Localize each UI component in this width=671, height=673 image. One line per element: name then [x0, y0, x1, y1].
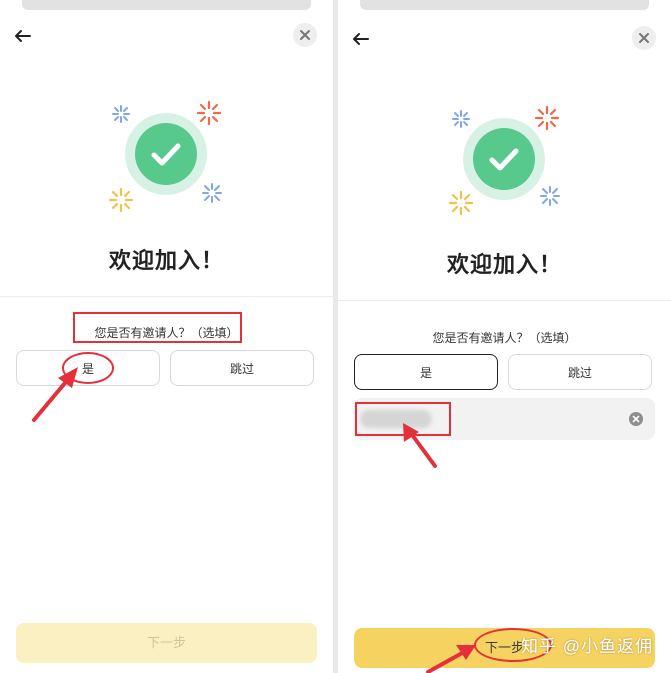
annotation-ellipse-yes: [62, 352, 114, 384]
sparkle-red-icon: [534, 105, 560, 131]
next-button[interactable]: 下一步: [16, 623, 317, 663]
sparkle-blue-small-icon: [202, 183, 222, 203]
checkmark-icon: [489, 148, 519, 171]
back-button[interactable]: [10, 26, 36, 46]
success-illustration: [0, 83, 333, 233]
back-arrow-icon: [353, 33, 369, 45]
watermark: 知乎 @小鱼返佣: [521, 637, 653, 656]
clear-button[interactable]: [629, 412, 643, 426]
option-skip[interactable]: 跳过: [170, 350, 314, 386]
option-skip[interactable]: 跳过: [508, 354, 652, 390]
close-icon: [639, 33, 649, 43]
sparkle-yellow-icon: [448, 190, 474, 216]
status-strip: [360, 0, 649, 10]
success-illustration: [338, 88, 671, 238]
welcome-title: 欢迎加入！: [446, 252, 562, 277]
sparkle-blue-icon: [452, 110, 470, 128]
screen-right: 欢迎加入！ 您是否有邀请人？（选填） 是 跳过 下一步: [338, 0, 671, 673]
inviter-question: 您是否有邀请人？（选填）: [432, 331, 577, 345]
divider: [338, 300, 671, 301]
annotation-box-question: [73, 312, 242, 343]
sparkle-red-icon: [196, 100, 222, 126]
welcome-title: 欢迎加入！: [108, 248, 224, 273]
back-button[interactable]: [348, 29, 374, 49]
back-arrow-icon: [15, 30, 31, 42]
close-button[interactable]: [293, 23, 317, 47]
status-strip: [22, 0, 311, 10]
close-icon: [300, 30, 310, 40]
sparkle-blue-small-icon: [540, 186, 560, 206]
clear-icon: [632, 415, 640, 423]
divider: [0, 296, 333, 297]
close-button[interactable]: [632, 26, 656, 50]
checkmark-icon: [151, 143, 181, 166]
sparkle-yellow-icon: [108, 187, 134, 213]
sparkle-blue-icon: [112, 105, 130, 123]
annotation-box-code: [355, 402, 451, 436]
option-yes[interactable]: 是: [354, 354, 498, 390]
